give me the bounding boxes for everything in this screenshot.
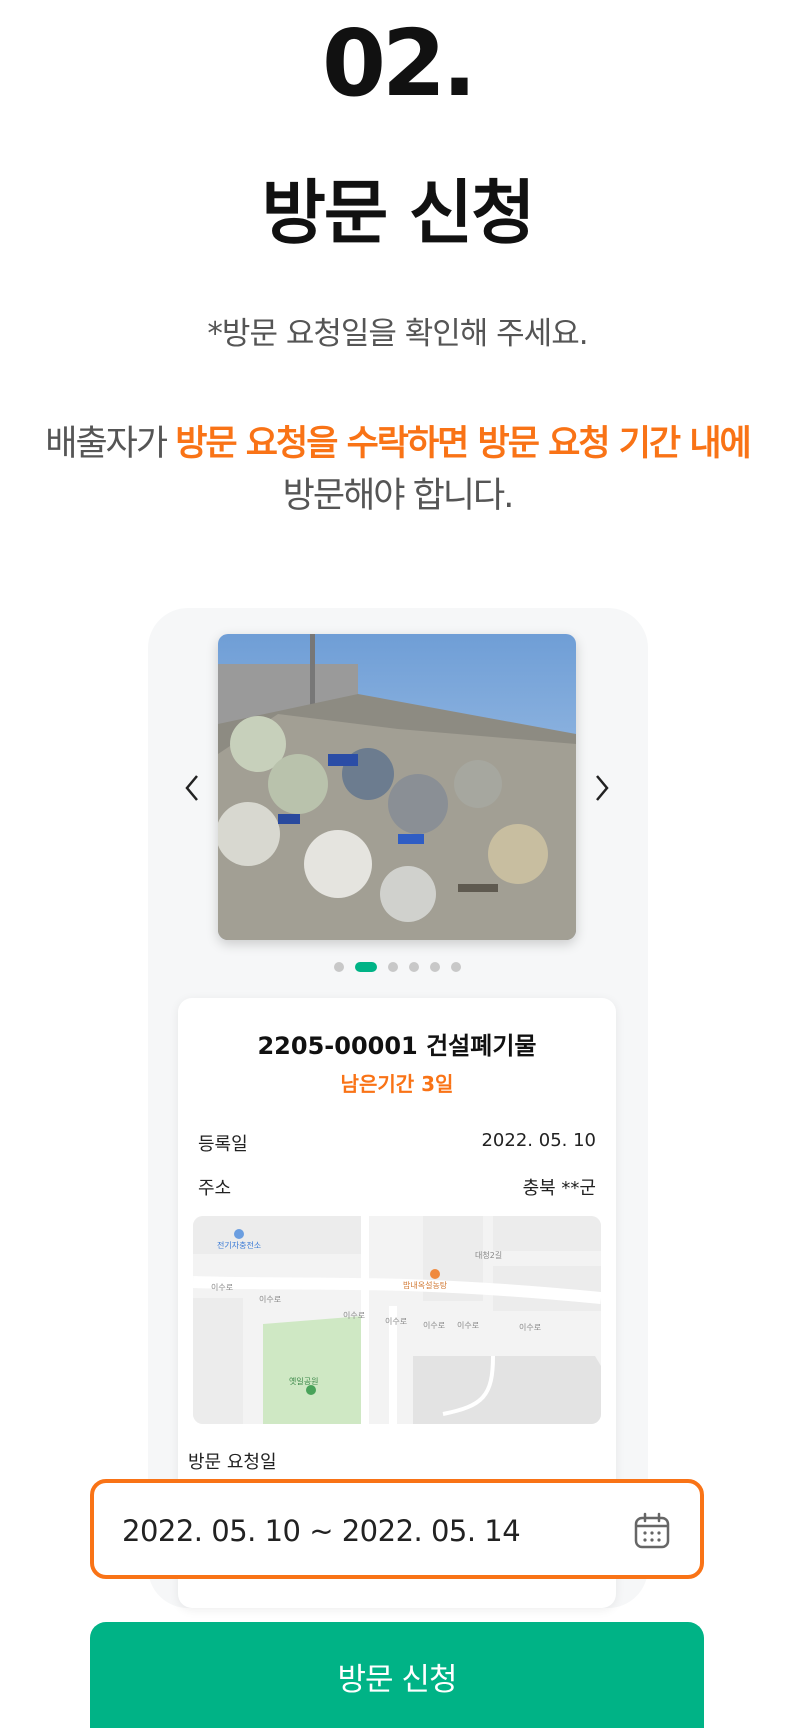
chevron-right-icon [596,775,609,801]
registered-date-label: 등록일 [198,1134,248,1155]
chevron-left-icon [185,775,198,801]
page-title: 방문 신청 [261,172,536,254]
carousel-dot[interactable] [451,962,461,972]
map-label-road: 이수로 [259,1295,282,1304]
card-title: 2205-00001 건설폐기물 [257,1032,537,1060]
address-value: 충북 **군 [522,1178,596,1199]
description-prefix: 배출자가 [45,424,176,464]
visit-date-range[interactable]: 2022. 05. 10 ~ 2022. 05. 14 [122,1514,521,1548]
map-label-park: 옛일공원 [289,1377,319,1386]
waste-photo [218,634,576,940]
map-label-road: 이수로 [385,1317,408,1326]
map-label-road: 이수로 [211,1283,234,1292]
visit-request-button-label: 방문 신청 [337,1662,458,1698]
carousel-dots [0,962,795,972]
calendar-icon[interactable] [632,1511,672,1551]
description-highlight: 방문 요청을 수락하면 방문 요청 기간 내에 [175,424,752,464]
address-label: 주소 [198,1178,232,1199]
carousel-next-button[interactable] [586,768,618,808]
map-label-road: 이수로 [343,1311,366,1320]
description-suffix: 방문해야 합니다. [282,476,515,516]
step-number: 02. [322,10,477,117]
map-label-road: 이수로 [423,1321,446,1330]
page-subtitle: *방문 요청일을 확인해 주세요. [207,316,588,352]
map-label-road: 대청2길 [475,1251,503,1260]
page-description: 배출자가 방문 요청을 수락하면 방문 요청 기간 내에 방문해야 합니다. [0,418,795,522]
carousel-dot[interactable] [388,962,398,972]
carousel-prev-button[interactable] [176,768,208,808]
registered-date-value: 2022. 05. 10 [481,1130,596,1151]
map-label-charging: 전기자충전소 [217,1241,262,1250]
visit-date-field[interactable]: 2022. 05. 10 ~ 2022. 05. 14 [90,1479,704,1579]
remaining-period: 남은기간 3일 [340,1072,454,1096]
carousel-dot-active[interactable] [355,962,377,972]
location-map[interactable]: 전기자충전소 대청2길 밥내옥설농탕 이수로 이수로 이수로 이수로 이수로 이… [193,1216,601,1424]
visit-date-label: 방문 요청일 [188,1452,277,1473]
visit-request-button[interactable]: 방문 신청 [90,1622,704,1728]
carousel-dot[interactable] [430,962,440,972]
map-label-road: 이수로 [519,1323,542,1332]
carousel-dot[interactable] [409,962,419,972]
map-label-road: 이수로 [457,1321,480,1330]
carousel-dot[interactable] [334,962,344,972]
map-label-restaurant: 밥내옥설농탕 [403,1281,448,1290]
